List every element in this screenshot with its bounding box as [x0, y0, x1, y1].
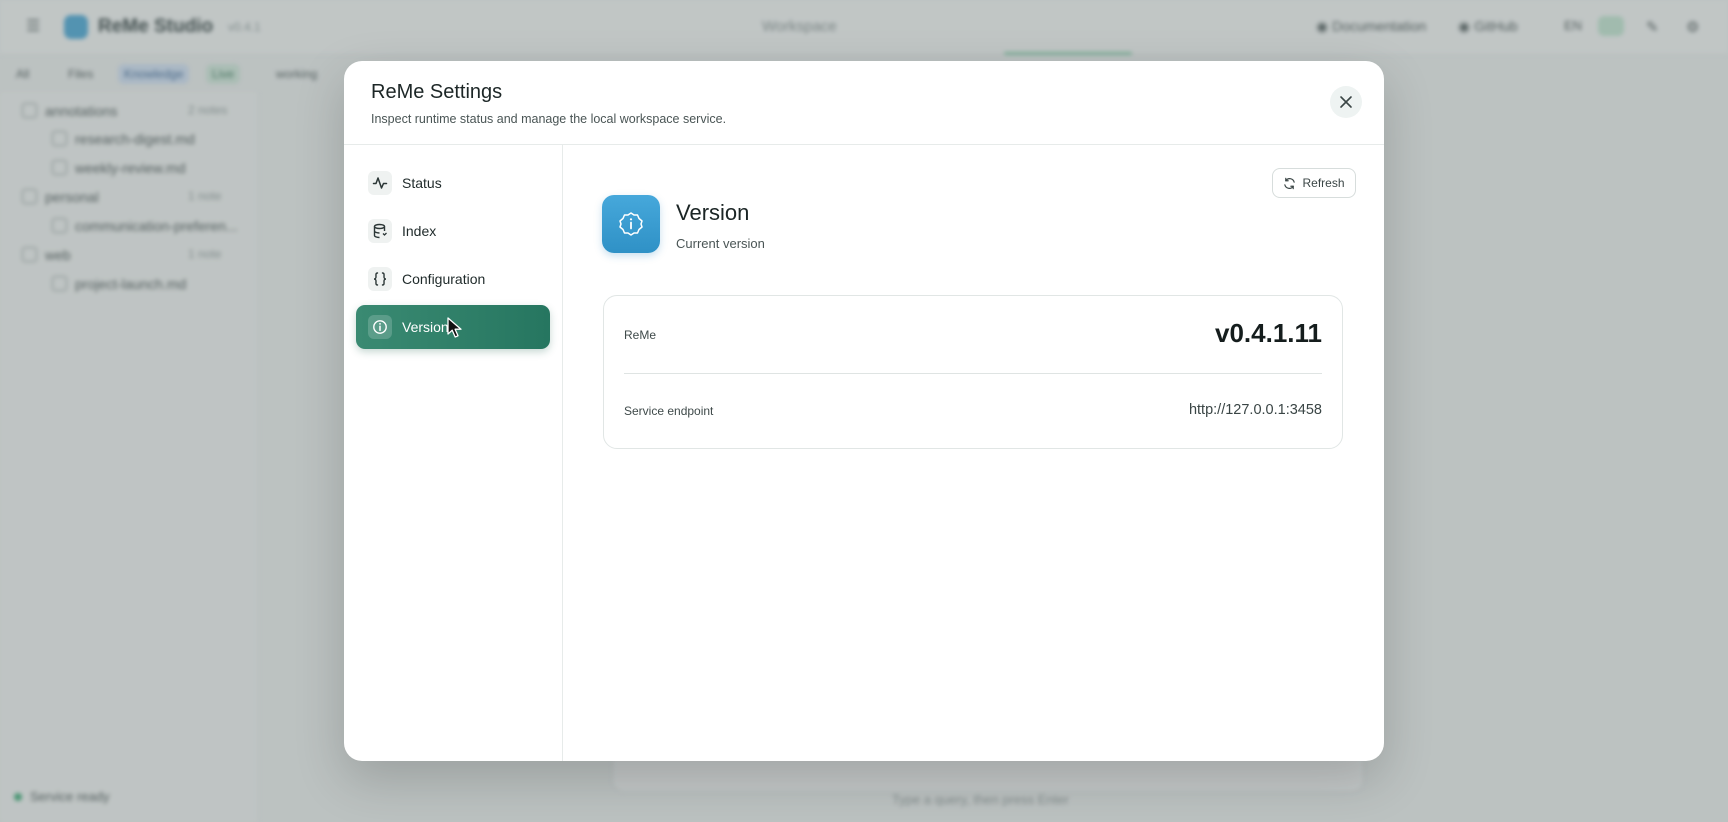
nav-item-label: Status [402, 175, 442, 191]
modal-title: ReMe Settings [371, 81, 503, 103]
card-divider [624, 373, 1322, 374]
refresh-icon [1284, 177, 1296, 189]
nav-item-configuration[interactable]: Configuration [356, 257, 550, 301]
badge-info-icon [619, 212, 643, 236]
settings-content: Refresh Version Current version ReMe v0.… [563, 145, 1384, 761]
refresh-button[interactable]: Refresh [1272, 168, 1356, 198]
database-icon [368, 219, 392, 243]
info-icon [368, 315, 392, 339]
nav-item-label: Version [402, 319, 449, 335]
settings-modal: ReMe Settings Inspect runtime status and… [344, 61, 1384, 761]
modal-header: ReMe Settings Inspect runtime status and… [344, 61, 1384, 145]
braces-icon [368, 267, 392, 291]
mouse-cursor-icon [447, 317, 462, 338]
activity-icon [368, 171, 392, 195]
section-subtitle: Current version [676, 236, 765, 251]
close-icon [1340, 96, 1352, 108]
endpoint-value: http://127.0.0.1:3458 [1188, 402, 1322, 418]
settings-nav: Status Index Configuration Version [344, 145, 563, 761]
version-info-card: ReMe v0.4.1.11 Service endpoint http://1… [603, 295, 1343, 449]
nav-item-index[interactable]: Index [356, 209, 550, 253]
nav-item-status[interactable]: Status [356, 161, 550, 205]
nav-item-label: Index [402, 223, 437, 239]
reme-version-value: v0.4.1.11 [1215, 318, 1322, 348]
version-badge [602, 195, 660, 253]
modal-subtitle: Inspect runtime status and manage the lo… [371, 112, 727, 126]
refresh-label: Refresh [1302, 176, 1345, 190]
nav-item-label: Configuration [402, 271, 486, 287]
section-title: Version [676, 200, 750, 225]
endpoint-label: Service endpoint [624, 404, 714, 418]
reme-label: ReMe [624, 328, 657, 342]
close-button[interactable] [1330, 86, 1362, 118]
